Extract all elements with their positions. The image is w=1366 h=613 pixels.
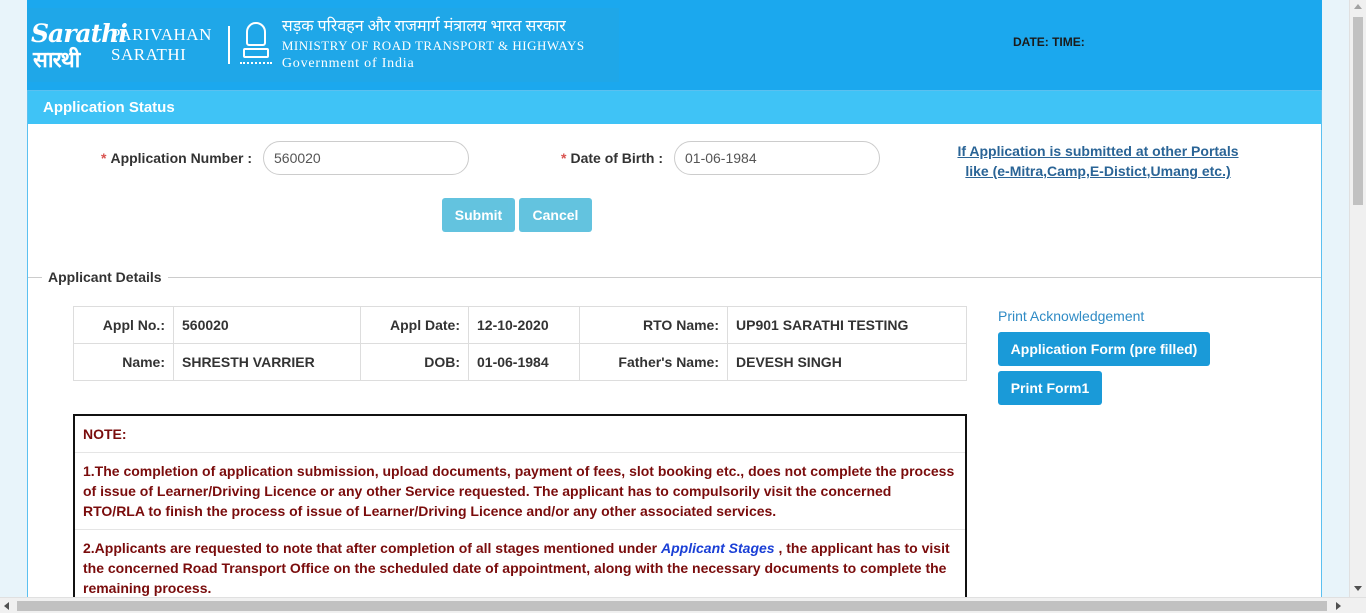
sarathi-logo[interactable]: Sarathi सारथी [29,17,128,73]
other-portals-link-line-2: like (e-Mitra,Camp,E-Distict,Umang etc.) [965,163,1231,179]
horizontal-scrollbar[interactable] [0,597,1366,613]
applicant-details-legend: Applicant Details [42,269,168,285]
application-status-panel: Application Status * Application Number :… [27,90,1322,604]
government-label: Government of India [281,56,415,71]
name-value: SHRESTH VARRIER [173,343,361,381]
appl-no-key: Appl No.: [73,306,174,344]
header-divider [227,26,230,64]
application-form-button[interactable]: Application Form (pre filled) [998,332,1210,366]
applicant-details-table: Appl No.: 560020 Appl Date: 12-10-2020 R… [73,306,967,381]
other-portals-link-line-1: If Application is submitted at other Por… [957,143,1239,159]
other-portals-link[interactable]: If Application is submitted at other Por… [933,141,1263,181]
dob-input[interactable]: 01-06-1984 [674,141,880,175]
scroll-up-icon[interactable] [1354,4,1362,9]
note-point-2: 2.Applicants are requested to note that … [75,530,965,602]
note-point-1: 1.The completion of application submissi… [75,453,965,530]
cancel-button[interactable]: Cancel [519,198,592,232]
appl-no-value: 560020 [173,306,361,344]
table-row: Appl No.: 560020 Appl Date: 12-10-2020 R… [73,306,967,344]
rto-name-value: UP901 SARATHI TESTING [727,306,967,344]
required-mark: * [561,150,567,166]
header-logo-block: Sarathi सारथी PARIVAHAN SARATHI सड़क परि… [27,8,619,82]
appl-date-value: 12-10-2020 [468,306,580,344]
name-key: Name: [73,343,174,381]
appl-date-key: Appl Date: [360,306,469,344]
dob-label: * Date of Birth : [561,150,664,166]
print-form1-button[interactable]: Print Form1 [998,371,1102,405]
site-header: Sarathi सारथी PARIVAHAN SARATHI सड़क परि… [27,0,1322,90]
ministry-hindi: सड़क परिवहन और राजमार्ग मंत्रालय भारत सर… [281,18,566,35]
vertical-scrollbar[interactable] [1349,0,1366,597]
print-acknowledgement-link[interactable]: Print Acknowledgement [998,308,1144,324]
rto-name-key: RTO Name: [579,306,728,344]
app-number-input[interactable]: 560020 [263,141,469,175]
fieldset-divider [28,277,1321,278]
national-emblem-icon [239,18,272,72]
ministry-english: MINISTRY OF ROAD TRANSPORT & HIGHWAYS [281,38,585,53]
note-box: NOTE: 1.The completion of application su… [73,414,967,604]
scroll-left-icon[interactable] [4,602,9,610]
panel-title: Application Status [28,91,1321,124]
logo-line-2: सारथी [33,47,80,73]
dob-value: 01-06-1984 [468,343,580,381]
horizontal-scroll-thumb[interactable] [17,601,1327,611]
table-row: Name: SHRESTH VARRIER DOB: 01-06-1984 Fa… [73,343,967,381]
required-mark: * [101,150,107,166]
date-time-label: DATE: TIME: [1013,35,1085,49]
submit-button[interactable]: Submit [442,198,515,232]
brand-line-2: SARATHI [111,45,187,64]
note-heading: NOTE: [75,416,965,453]
vertical-scroll-thumb[interactable] [1353,17,1363,205]
scroll-right-icon[interactable] [1336,602,1341,610]
ministry-name: सड़क परिवहन और राजमार्ग मंत्रालय भारत सर… [282,17,585,73]
father-name-key: Father's Name: [579,343,728,381]
scroll-down-icon[interactable] [1354,586,1362,591]
dob-key: DOB: [360,343,469,381]
father-name-value: DEVESH SINGH [727,343,967,381]
app-number-label: * Application Number : [101,150,253,166]
applicant-stages-link[interactable]: Applicant Stages [661,540,775,556]
